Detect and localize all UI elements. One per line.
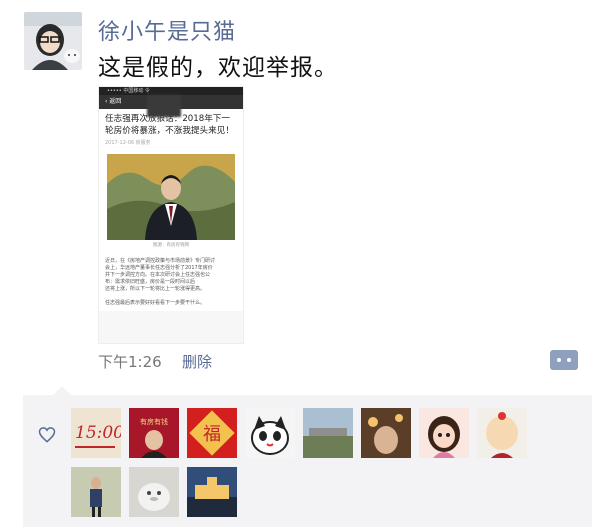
phone-back-label: ‹ 返回	[105, 98, 122, 105]
article: 任志强再次放狠话：2018年下一 轮房价将暴涨，不涨我提头来见！ 2017-12…	[99, 109, 243, 311]
redacted-area	[147, 95, 181, 117]
svg-text:有房有钱: 有房有钱	[140, 417, 168, 426]
article-meta: 2017-12-06 房服务	[105, 140, 151, 146]
phone-status-bar: ••••• 中国移动 令	[99, 87, 243, 95]
post-timestamp: 下午1:26	[98, 353, 162, 371]
liker-avatar-2[interactable]: 有房有钱	[129, 408, 179, 458]
post-text: 这是假的，欢迎举报。	[98, 55, 338, 81]
liker-avatar-8[interactable]	[477, 408, 527, 458]
liker-avatar-7[interactable]	[419, 408, 469, 458]
phone-nav-bar: ‹ 返回	[99, 95, 243, 117]
liker-avatar-9[interactable]	[71, 467, 121, 517]
liker-avatar-3[interactable]: 福	[187, 408, 237, 458]
svg-text:福: 福	[203, 424, 221, 445]
dot-icon	[567, 358, 571, 362]
liker-avatar-1[interactable]: 15:00	[71, 408, 121, 458]
comment-more-button[interactable]	[550, 350, 578, 370]
liker-avatar-5[interactable]	[303, 408, 353, 458]
poster-name[interactable]: 徐小午是只猫	[98, 14, 236, 46]
post-image[interactable]: ••••• 中国移动 令 ‹ 返回 任志强再次放狠话：2018年下一 轮房价将暴…	[98, 86, 244, 344]
liker-avatar-10[interactable]	[129, 467, 179, 517]
delete-link[interactable]: 删除	[182, 351, 212, 372]
article-body: 近日，在《房地产调控政策与市场前景》专门研讨 会上，华远地产董事长任志强分析了2…	[105, 258, 216, 306]
poster-avatar[interactable]	[24, 12, 82, 70]
article-photo-caption: 图源：有房有钱网	[153, 243, 189, 248]
liker-avatar-4[interactable]	[245, 408, 295, 458]
heart-outline-icon	[38, 427, 56, 443]
likes-panel: 15:00 有房有钱福	[23, 386, 592, 527]
dot-icon	[557, 358, 561, 362]
liker-avatar-11[interactable]	[187, 467, 237, 517]
liker-avatar-6[interactable]	[361, 408, 411, 458]
article-photo	[107, 154, 235, 240]
svg-text:15:00: 15:00	[75, 423, 121, 443]
